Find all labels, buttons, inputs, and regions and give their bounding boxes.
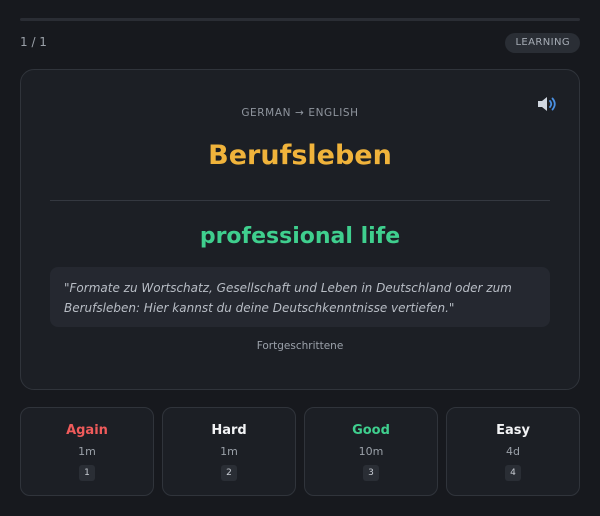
progress-bar — [20, 18, 580, 21]
card-counter: 1 / 1 — [20, 35, 47, 49]
good-button[interactable]: Good 10m 3 — [304, 407, 438, 496]
example-sentence: "Formate zu Wortschatz, Gesellschaft und… — [50, 267, 550, 327]
shortcut-key: 3 — [363, 465, 379, 481]
again-button[interactable]: Again 1m 1 — [20, 407, 154, 496]
translation: professional life — [199, 224, 401, 249]
grade-interval: 1m — [78, 445, 96, 458]
grade-label: Good — [352, 423, 390, 438]
grade-interval: 10m — [358, 445, 384, 458]
easy-button[interactable]: Easy 4d 4 — [446, 407, 580, 496]
grade-label: Again — [66, 423, 108, 438]
shortcut-key: 4 — [505, 465, 521, 481]
status-badge: LEARNING — [505, 33, 580, 53]
shortcut-key: 1 — [79, 465, 95, 481]
flashcard: GERMAN → ENGLISH Berufsleben professiona… — [20, 69, 580, 390]
grade-label: Easy — [496, 423, 530, 438]
level-label: Fortgeschrittene — [256, 340, 344, 352]
language-pair: GERMAN → ENGLISH — [241, 107, 359, 119]
grade-interval: 1m — [220, 445, 238, 458]
word: Berufsleben — [208, 140, 392, 171]
grade-interval: 4d — [506, 445, 520, 458]
grade-label: Hard — [211, 423, 247, 438]
shortcut-key: 2 — [221, 465, 237, 481]
grade-buttons: Again 1m 1 Hard 1m 2 Good 10m 3 Easy 4d … — [20, 407, 580, 496]
hard-button[interactable]: Hard 1m 2 — [162, 407, 296, 496]
divider — [50, 200, 550, 201]
